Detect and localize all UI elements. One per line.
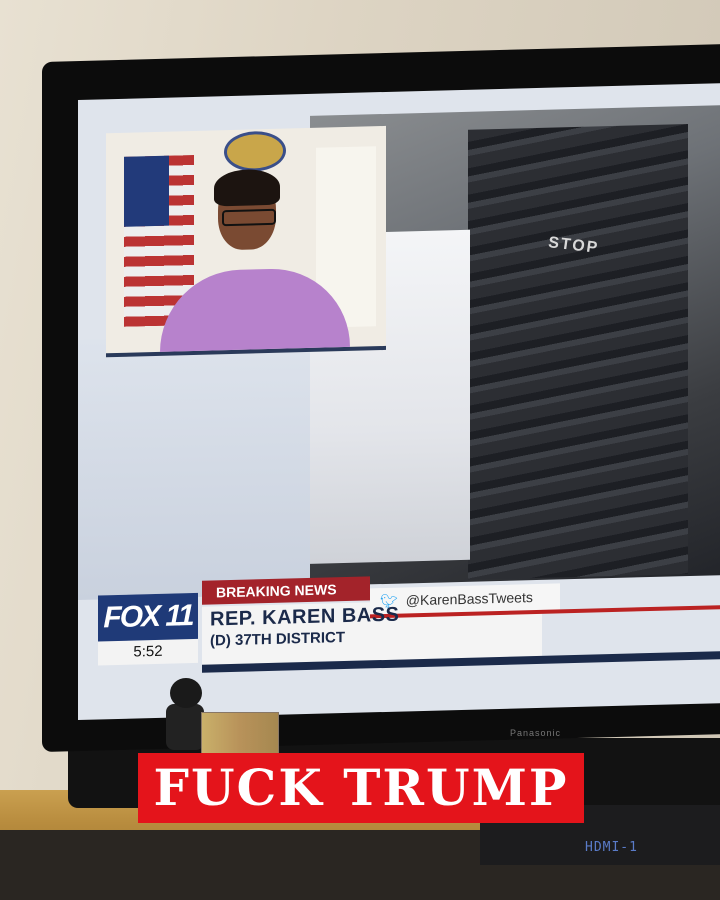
tv-brand: Panasonic <box>510 728 562 738</box>
broadcast-clock: 5:52 <box>133 642 163 661</box>
crowded-street <box>468 124 688 580</box>
toy-cube <box>201 712 279 756</box>
receiver-display: HDMI-1 <box>585 840 638 855</box>
glasses <box>222 208 276 227</box>
congressional-seal <box>224 130 286 173</box>
studio-background <box>78 333 318 600</box>
interview-inset <box>106 125 386 358</box>
speaker-district: (D) 37TH DISTRICT <box>210 629 345 650</box>
twitter-handle: @KarenBassTweets <box>405 589 533 609</box>
figurine-head <box>170 678 202 708</box>
figurine-body <box>166 704 204 750</box>
tv-screen: STOP FOX 11 5:52 BREAKING NEWS 🐦︎ @KarenB… <box>78 83 720 720</box>
channel-logo: FOX 11 <box>98 592 198 642</box>
speaker-hair <box>214 168 280 207</box>
breaking-news-banner: BREAKING NEWS <box>202 576 370 605</box>
us-flag-canton <box>124 155 169 227</box>
caption-sticker: FUCK TRUMP <box>138 753 584 823</box>
